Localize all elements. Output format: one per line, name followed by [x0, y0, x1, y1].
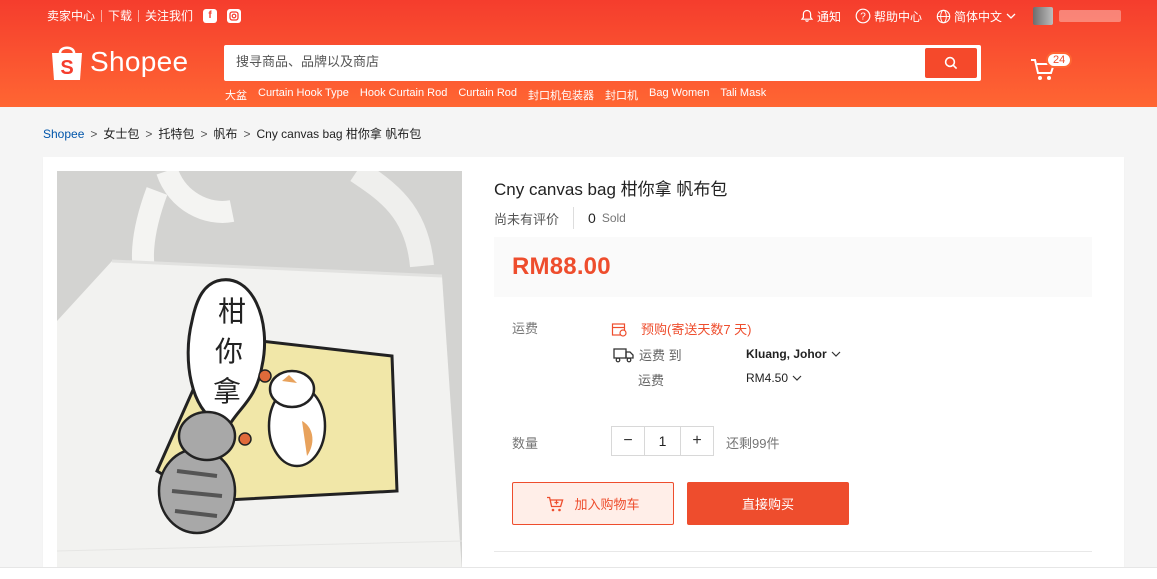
chevron-right-icon: >	[243, 126, 251, 141]
add-to-cart-button[interactable]: 加入购物车	[512, 482, 674, 525]
shipping-label: 运费	[512, 321, 539, 336]
divider	[494, 551, 1092, 552]
chevron-down-icon	[1006, 13, 1016, 19]
add-to-cart-label: 加入购物车	[574, 497, 640, 512]
user-account[interactable]	[1033, 7, 1122, 25]
seller-centre-link[interactable]: 卖家中心	[47, 7, 95, 24]
site-header: 卖家中心 下载 关注我们 f 通知 ? 帮助中心 简体中文 S Shopee 搜…	[0, 0, 1157, 107]
quantity-input[interactable]: 1	[644, 427, 681, 455]
quantity-increase-button[interactable]: +	[681, 427, 713, 455]
quantity-label: 数量	[512, 436, 539, 451]
chevron-right-icon: >	[90, 126, 98, 141]
chevron-down-icon	[792, 375, 802, 381]
search-input[interactable]	[236, 54, 916, 69]
search-hint[interactable]: Curtain Hook Type	[258, 87, 349, 103]
chevron-right-icon: >	[145, 126, 153, 141]
ship-to-value: Kluang, Johor	[746, 347, 827, 361]
image-caption: 拿	[213, 375, 241, 408]
preorder-notice: 预购(寄送天数7 天)	[611, 319, 752, 338]
quantity-decrease-button[interactable]: −	[612, 427, 644, 455]
search-hints: 大盆 Curtain Hook Type Hook Curtain Rod Cu…	[225, 87, 777, 103]
help-link[interactable]: ? 帮助中心	[855, 8, 922, 25]
language-label: 简体中文	[954, 9, 1003, 24]
truck-icon	[613, 347, 634, 362]
add-cart-icon	[547, 496, 564, 511]
sold-count: 0	[588, 210, 596, 226]
search-button[interactable]	[925, 48, 977, 78]
search-hint[interactable]: Hook Curtain Rod	[360, 87, 447, 103]
search-icon	[944, 56, 958, 70]
product-price: RM88.00	[512, 253, 611, 280]
top-navbar: 卖家中心 下载 关注我们 f 通知 ? 帮助中心 简体中文	[0, 0, 1157, 30]
ship-fee-selector[interactable]: RM4.50	[746, 371, 802, 385]
instagram-icon[interactable]	[227, 8, 242, 23]
logo-wordmark: Shopee	[90, 46, 189, 77]
cart-count-badge: 24	[1046, 52, 1073, 68]
notifications-label: 通知	[817, 9, 842, 24]
quantity-stepper: − 1 +	[611, 426, 714, 456]
help-icon: ?	[855, 8, 871, 24]
avatar	[1033, 7, 1054, 25]
breadcrumb-link[interactable]: 帆布	[213, 125, 237, 142]
search-hint[interactable]: 封口机	[605, 87, 638, 103]
search-hint[interactable]: Tali Mask	[720, 87, 766, 103]
breadcrumb-link[interactable]: Shopee	[43, 127, 84, 141]
ship-fee-row: 运费	[638, 370, 664, 389]
chevron-down-icon	[831, 351, 841, 357]
divider	[573, 207, 575, 229]
ship-to-row: 运费 到	[613, 345, 682, 364]
divider	[101, 9, 103, 22]
product-title: Cny canvas bag 柑你拿 帆布包	[494, 180, 728, 199]
breadcrumb-link[interactable]: 女士包	[103, 125, 139, 142]
breadcrumb-current: Cny canvas bag 柑你拿 帆布包	[256, 127, 422, 141]
chevron-right-icon: >	[200, 126, 208, 141]
buy-now-button[interactable]: 直接购买	[687, 482, 849, 525]
svg-text:?: ?	[860, 12, 866, 23]
stock-remaining: 还剩99件	[726, 436, 780, 451]
no-rating-text: 尚未有评价	[494, 211, 560, 227]
calendar-icon	[611, 322, 627, 337]
search-hint[interactable]: Bag Women	[649, 87, 709, 103]
image-caption: 你	[215, 335, 243, 368]
breadcrumb: Shopee > 女士包 > 托特包 > 帆布 > Cny canvas bag…	[43, 125, 421, 142]
bell-icon	[800, 9, 814, 22]
shopee-bag-icon: S	[52, 46, 82, 80]
notifications-link[interactable]: 通知	[800, 8, 841, 25]
shopee-logo[interactable]: S Shopee	[50, 42, 188, 82]
product-ratings: 尚未有评价 0 Sold	[494, 207, 626, 229]
download-link[interactable]: 下载	[108, 7, 132, 24]
image-caption: 柑	[218, 295, 246, 328]
breadcrumb-link[interactable]: 托特包	[158, 125, 194, 142]
ship-to-selector[interactable]: Kluang, Johor	[746, 347, 841, 361]
username-redacted	[1059, 10, 1122, 22]
price-box: RM88.00	[494, 237, 1092, 297]
facebook-icon[interactable]: f	[203, 8, 218, 23]
language-selector[interactable]: 简体中文	[936, 8, 1019, 25]
search-hint[interactable]: 大盆	[225, 87, 247, 103]
sold-label: Sold	[601, 211, 626, 225]
page-bottom-strip	[0, 567, 1157, 579]
product-image[interactable]: 柑 你 拿	[57, 171, 462, 571]
search-hint[interactable]: Curtain Rod	[458, 87, 517, 103]
follow-us-label: 关注我们	[145, 9, 194, 23]
globe-icon	[936, 9, 951, 23]
search-hint[interactable]: 封口机包装器	[528, 87, 594, 103]
ship-fee-value: RM4.50	[746, 371, 789, 385]
svg-text:S: S	[60, 57, 73, 79]
ship-fee-label: 运费	[638, 373, 665, 388]
divider	[138, 9, 140, 22]
search-bar	[224, 45, 981, 81]
preorder-text: 预购(寄送天数7 天)	[641, 322, 752, 337]
ship-to-label: 运费 到	[639, 348, 682, 363]
help-label: 帮助中心	[874, 9, 923, 24]
